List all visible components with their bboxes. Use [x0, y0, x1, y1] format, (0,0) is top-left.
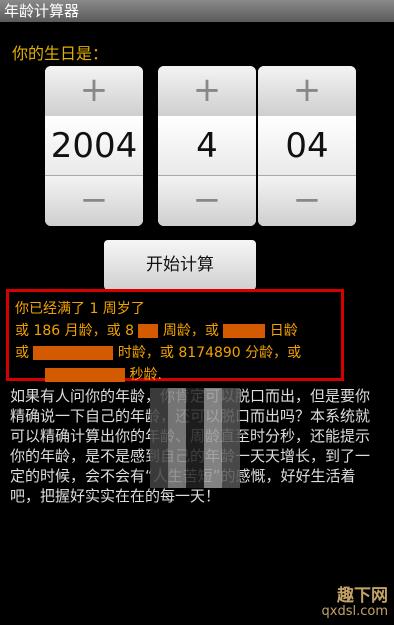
year-increment-button[interactable]: + [45, 66, 143, 117]
calculate-button[interactable]: 开始计算 [104, 240, 256, 290]
result-line-3a: 或 [15, 345, 29, 361]
redaction-mask [45, 368, 125, 382]
month-increment-button[interactable]: + [158, 66, 256, 117]
month-decrement-button[interactable]: − [158, 175, 256, 226]
redaction-mask [138, 324, 159, 338]
result-line-2: 或 186 月龄，或 8 周龄，或 日龄 [15, 320, 335, 342]
redaction-mask [33, 346, 114, 360]
result-line-4: 秒龄. [15, 364, 335, 386]
watermark: 趣下网 qxdsl.com [321, 586, 388, 620]
year-value[interactable]: 2004 [45, 116, 143, 176]
day-increment-button[interactable]: + [258, 66, 356, 117]
result-line-3b: 时龄，或 8174890 分龄，或 [117, 345, 302, 361]
result-line-2a: 或 186 月龄，或 8 [15, 323, 134, 339]
result-panel: 你已经满了 1 周岁了 或 186 月龄，或 8 周龄，或 日龄 或 时龄，或 … [6, 289, 344, 383]
month-value[interactable]: 4 [158, 116, 256, 176]
day-picker: + 04 − [258, 66, 356, 226]
result-line-4-text: 秒龄. [129, 367, 162, 383]
result-line-1: 你已经满了 1 周岁了 [15, 301, 145, 317]
birthday-prompt: 你的生日是： [12, 44, 109, 63]
month-picker: + 4 − [158, 66, 256, 226]
year-decrement-button[interactable]: − [45, 175, 143, 226]
pixelated-censor-block [150, 388, 240, 488]
redaction-mask [223, 324, 266, 338]
result-line-2c: 日龄 [269, 323, 298, 339]
result-line-3: 或 时龄，或 8174890 分龄，或 [15, 342, 335, 364]
result-line-2b: 周龄，或 [162, 323, 219, 339]
watermark-url: qxdsl.com [321, 604, 388, 619]
day-decrement-button[interactable]: − [258, 175, 356, 226]
year-picker: + 2004 − [45, 66, 143, 226]
watermark-text: 趣下网 [337, 586, 388, 606]
window-title: 年龄计算器 [0, 0, 394, 22]
day-value[interactable]: 04 [258, 116, 356, 176]
